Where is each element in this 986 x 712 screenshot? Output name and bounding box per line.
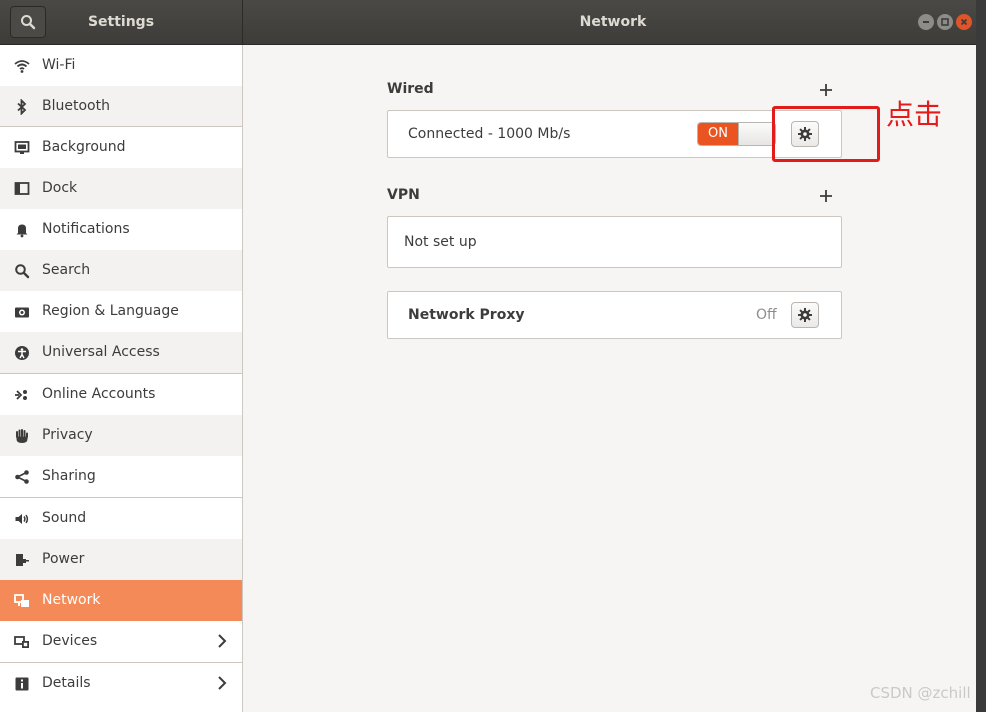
sidebar-item-sharing[interactable]: Sharing [0,456,242,497]
search-icon [13,262,31,280]
speaker-icon [13,510,31,528]
sidebar-item-power[interactable]: Power [0,539,242,580]
sidebar-item-wifi[interactable]: Wi-Fi [0,45,242,86]
sidebar-item-details[interactable]: Details [0,663,242,704]
add-vpn-icon[interactable] [819,189,833,203]
devices-icon [13,633,31,651]
sidebar: Wi-Fi Bluetooth Background Dock Notifica… [0,45,243,712]
bell-icon [13,221,31,239]
close-button[interactable] [956,14,972,30]
settings-window: Settings Network Wi-Fi Bluetooth Backgro… [0,0,976,712]
sidebar-item-label: Bluetooth [42,98,110,114]
add-wired-icon[interactable] [819,83,833,97]
proxy-card[interactable]: Network Proxy Off [387,291,842,339]
search-button[interactable] [10,6,46,38]
sidebar-item-label: Power [42,551,85,567]
network-icon [13,592,31,610]
sidebar-item-background[interactable]: Background [0,127,242,168]
hand-icon [13,427,31,445]
gear-icon [798,308,812,322]
sidebar-item-search[interactable]: Search [0,250,242,291]
sidebar-item-online-accounts[interactable]: Online Accounts [0,374,242,415]
share-icon [13,468,31,486]
sidebar-item-label: Universal Access [42,344,160,360]
sidebar-item-label: Online Accounts [42,386,156,402]
watermark: CSDN @zchill [870,684,971,702]
toggle-on-label: ON [698,123,738,145]
background-terminal-strip [976,0,986,712]
sidebar-item-label: Wi-Fi [42,57,76,73]
proxy-settings-button[interactable] [791,302,819,328]
sidebar-item-label: Devices [42,633,98,649]
vpn-card: Not set up [387,216,842,268]
camera-icon [13,303,31,321]
sidebar-item-label: Sharing [42,468,96,484]
sidebar-item-label: Details [42,675,91,691]
info-icon [13,675,31,693]
power-plug-icon [13,551,31,569]
annotation-highlight-box [772,106,880,162]
sidebar-item-bluetooth[interactable]: Bluetooth [0,86,242,127]
maximize-icon [941,18,949,26]
sidebar-title: Settings [87,14,155,30]
search-icon [21,15,36,30]
wifi-icon [13,57,31,75]
toggle-knob [738,123,775,145]
sidebar-item-notifications[interactable]: Notifications [0,209,242,250]
minimize-button[interactable] [918,14,934,30]
vpn-section-title: VPN [387,187,420,203]
accessibility-icon [13,344,31,362]
sidebar-item-privacy[interactable]: Privacy [0,415,242,456]
wired-status: Connected - 1000 Mb/s [408,126,571,142]
sidebar-item-dock[interactable]: Dock [0,168,242,209]
wired-section-title: Wired [387,81,434,97]
proxy-state: Off [756,307,777,323]
sidebar-item-network[interactable]: Network [0,580,242,621]
chevron-right-icon [218,676,227,690]
sidebar-item-devices[interactable]: Devices [0,621,242,662]
sidebar-item-universal-access[interactable]: Universal Access [0,332,242,373]
wired-toggle[interactable]: ON [697,122,776,146]
close-icon [960,18,968,26]
sidebar-item-label: Network [42,592,101,608]
maximize-button[interactable] [937,14,953,30]
annotation-text: 点击 [886,98,943,131]
sidebar-item-label: Privacy [42,427,93,443]
sidebar-item-label: Region & Language [42,303,179,319]
online-accounts-icon [13,386,31,404]
dock-icon [13,180,31,198]
title-bar: Settings Network [0,0,976,45]
sidebar-item-label: Dock [42,180,78,196]
sidebar-item-label: Search [42,262,91,278]
sidebar-item-sound[interactable]: Sound [0,498,242,539]
sidebar-item-label: Notifications [42,221,130,237]
chevron-right-icon [218,634,227,648]
sidebar-item-region-language[interactable]: Region & Language [0,291,242,332]
sidebar-item-label: Background [42,139,126,155]
proxy-label: Network Proxy [408,307,525,323]
background-icon [13,139,31,157]
bluetooth-icon [13,98,31,116]
sidebar-item-label: Sound [42,510,87,526]
vpn-empty-text: Not set up [404,234,477,250]
page-title: Network [579,14,647,30]
minimize-icon [923,21,929,23]
